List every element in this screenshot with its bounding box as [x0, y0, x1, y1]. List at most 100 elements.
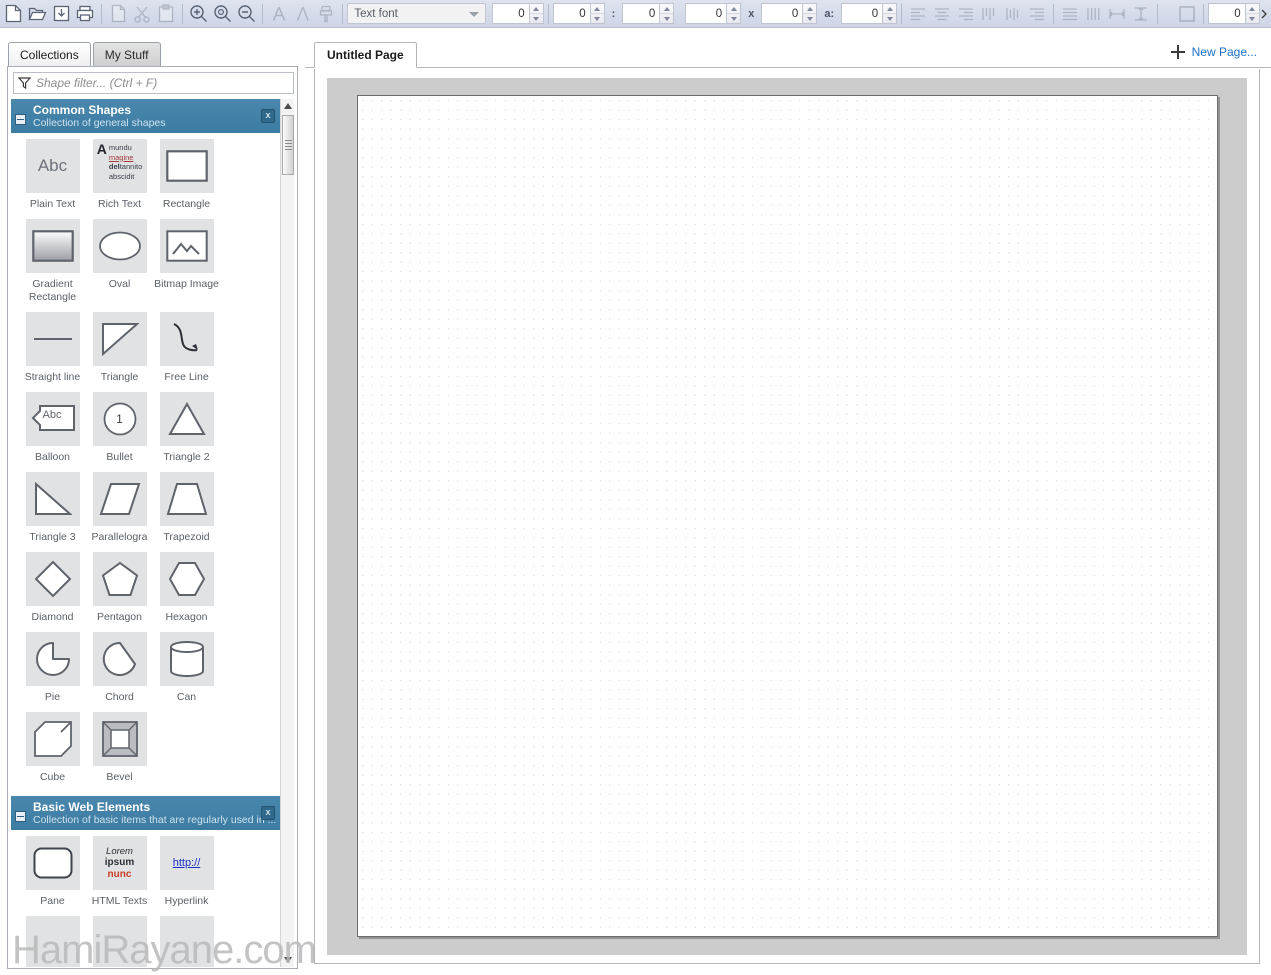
shape-item-partial-1[interactable] — [19, 916, 86, 967]
hyperlink-shape: http:// — [159, 836, 214, 890]
zoom-fit-icon[interactable] — [210, 2, 234, 26]
font-size-value[interactable]: 0 — [491, 3, 529, 24]
shape-item-partial-3[interactable] — [153, 916, 220, 967]
font-size-stepper[interactable]: 0 — [491, 3, 544, 24]
shape-item-cube[interactable]: Cube — [19, 712, 86, 784]
align-left-icon[interactable] — [906, 2, 930, 26]
page-tab-untitled-page[interactable]: Untitled Page — [314, 42, 417, 68]
align-top-icon[interactable] — [978, 2, 1002, 26]
position-x-value[interactable]: 0 — [552, 3, 590, 24]
font-size-spin-buttons[interactable] — [528, 3, 544, 24]
position-x-stepper[interactable]: 0 — [552, 3, 605, 24]
shape-item-bevel[interactable]: Bevel — [86, 712, 153, 784]
shape-item-rectangle[interactable]: Rectangle — [153, 139, 220, 211]
diagram-canvas[interactable] — [357, 95, 1218, 937]
shape-item-trapezoid[interactable]: Trapezoid — [153, 472, 220, 544]
collapse-icon[interactable] — [15, 810, 26, 822]
position-y-stepper[interactable]: 0 — [622, 3, 675, 24]
zoom-out-icon[interactable] — [234, 2, 258, 26]
align-middle-icon[interactable] — [1001, 2, 1025, 26]
shape-item-bullet[interactable]: 1 Bullet — [86, 392, 153, 464]
line-width-value[interactable]: 0 — [1207, 3, 1245, 24]
shape-item-rich-text[interactable]: A mundu magine deltannito abscidit Rich … — [86, 139, 153, 211]
shape-item-parallelogram[interactable]: Parallelogra — [86, 472, 153, 544]
position-y-spin-buttons[interactable] — [659, 3, 675, 24]
print-icon[interactable] — [73, 2, 97, 26]
scrollbar-thumb[interactable] — [282, 115, 294, 175]
triangle-3-shape — [25, 472, 80, 526]
size-height-value[interactable]: 0 — [761, 3, 803, 24]
collapse-icon[interactable] — [15, 113, 26, 125]
same-width-icon[interactable] — [1105, 2, 1129, 26]
shape-item-triangle[interactable]: Triangle — [86, 312, 153, 384]
shape-item-partial-2[interactable] — [86, 916, 153, 967]
shape-item-html-texts[interactable]: Lorem ipsum nunc HTML Texts — [86, 836, 153, 908]
size-width-value[interactable]: 0 — [685, 3, 727, 24]
shape-group-header-basic-web-elements[interactable]: Basic Web Elements Collection of basic i… — [11, 796, 281, 830]
align-right-icon[interactable] — [954, 2, 978, 26]
copy-icon[interactable] — [106, 2, 130, 26]
same-height-icon[interactable] — [1129, 2, 1153, 26]
shape-fill-icon[interactable] — [1175, 2, 1199, 26]
scroll-up-icon[interactable] — [281, 99, 295, 113]
close-icon[interactable]: x — [261, 806, 275, 820]
angle-stepper[interactable]: 0 — [841, 3, 898, 24]
align-center-icon[interactable] — [930, 2, 954, 26]
zoom-in-icon[interactable] — [187, 2, 211, 26]
new-page-button[interactable]: New Page... — [1170, 45, 1257, 59]
new-document-icon[interactable] — [2, 2, 26, 26]
align-bottom-icon[interactable] — [1025, 2, 1049, 26]
line-width-stepper[interactable]: 0 — [1207, 3, 1260, 24]
shape-item-plain-text[interactable]: Abc Plain Text — [19, 139, 86, 211]
size-width-stepper[interactable]: 0 — [685, 3, 742, 24]
shape-item-straight-line[interactable]: Straight line — [19, 312, 86, 384]
shape-item-hexagon[interactable]: Hexagon — [153, 552, 220, 624]
tab-my-stuff[interactable]: My Stuff — [92, 42, 161, 66]
font-color-icon[interactable] — [267, 2, 291, 26]
shape-item-triangle-3[interactable]: Triangle 3 — [19, 472, 86, 544]
shape-label: Can — [176, 691, 197, 703]
shape-item-oval[interactable]: Oval — [86, 219, 153, 304]
angle-spin-buttons[interactable] — [882, 3, 898, 24]
shape-label: Straight line — [24, 371, 81, 383]
shape-item-gradient-rectangle[interactable]: Gradient Rectangle — [19, 219, 86, 304]
cut-scissors-icon[interactable] — [130, 2, 154, 26]
toolbar-separator — [547, 3, 549, 24]
shape-item-free-line[interactable]: Free Line — [153, 312, 220, 384]
shape-item-triangle-2[interactable]: Triangle 2 — [153, 392, 220, 464]
shape-item-pie[interactable]: Pie — [19, 632, 86, 704]
position-x-spin-buttons[interactable] — [589, 3, 605, 24]
shape-list-scrollbar[interactable] — [280, 99, 294, 967]
shape-group-header-common-shapes[interactable]: Common Shapes Collection of general shap… — [11, 99, 281, 133]
shape-item-diamond[interactable]: Diamond — [19, 552, 86, 624]
angle-value[interactable]: 0 — [841, 3, 883, 24]
font-family-select[interactable]: Text font — [347, 3, 487, 24]
distribute-rows-icon[interactable] — [1058, 2, 1082, 26]
shape-item-bitmap-image[interactable]: Bitmap Image — [153, 219, 220, 304]
shape-filter-input[interactable]: Shape filter... (Ctrl + F) — [13, 72, 294, 94]
tab-collections[interactable]: Collections — [8, 42, 91, 66]
font-style-icon[interactable] — [291, 2, 315, 26]
shape-item-can[interactable]: Can — [153, 632, 220, 704]
size-height-spin-buttons[interactable] — [802, 3, 818, 24]
toolbar-overflow-icon[interactable] — [1260, 2, 1269, 26]
open-folder-icon[interactable] — [26, 2, 50, 26]
shape-item-pane[interactable]: Pane — [19, 836, 86, 908]
shape-item-chord[interactable]: Chord — [86, 632, 153, 704]
paste-icon[interactable] — [154, 2, 178, 26]
position-y-value[interactable]: 0 — [622, 3, 660, 24]
size-height-stepper[interactable]: 0 — [761, 3, 818, 24]
scroll-down-icon[interactable] — [281, 953, 295, 967]
shape-item-hyperlink[interactable]: http:// Hyperlink — [153, 836, 220, 908]
close-icon[interactable]: x — [261, 109, 275, 123]
size-separator: x — [748, 7, 755, 20]
shape-item-pentagon[interactable]: Pentagon — [86, 552, 153, 624]
line-width-spin-buttons[interactable] — [1244, 3, 1260, 24]
save-icon[interactable] — [50, 2, 74, 26]
shape-item-balloon[interactable]: Abc Balloon — [19, 392, 86, 464]
size-width-spin-buttons[interactable] — [726, 3, 742, 24]
shape-label: Pie — [44, 691, 61, 703]
format-painter-icon[interactable] — [315, 2, 339, 26]
shape-list-scroll-area[interactable]: Common Shapes Collection of general shap… — [11, 99, 296, 967]
distribute-columns-icon[interactable] — [1082, 2, 1106, 26]
